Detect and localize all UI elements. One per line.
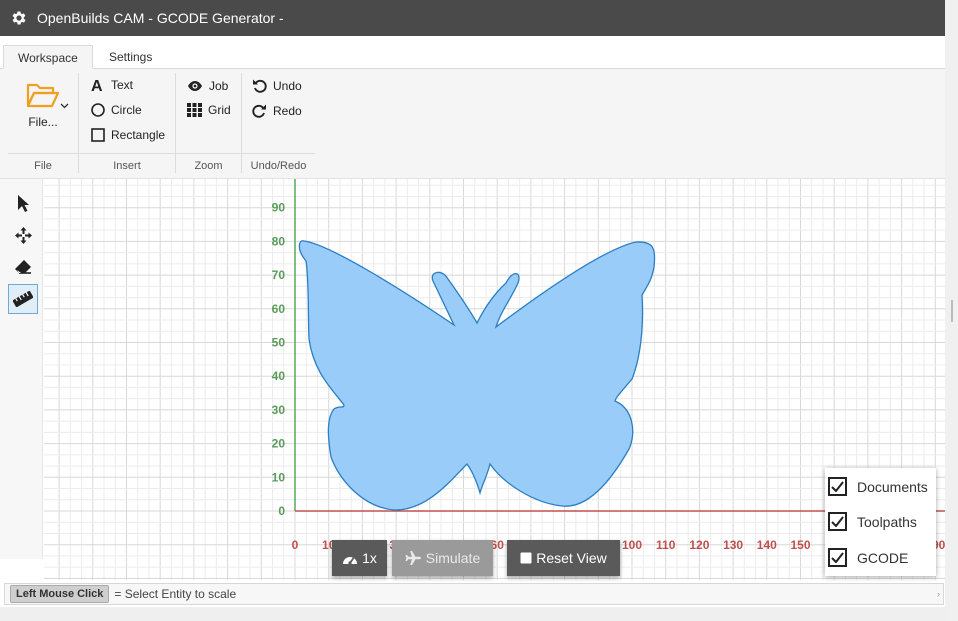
title-bar: OpenBuilds CAM - GCODE Generator - — [0, 0, 945, 36]
insert-rectangle-button[interactable]: Rectangle — [91, 128, 165, 142]
y-tick-label: 60 — [272, 302, 286, 316]
plane-icon — [405, 551, 421, 565]
x-tick-label: 150 — [790, 538, 810, 552]
folder-open-icon — [26, 83, 60, 108]
butterfly-shape[interactable] — [298, 240, 656, 511]
y-tick-label: 90 — [272, 201, 286, 215]
redo-button[interactable]: Redo — [252, 103, 302, 118]
x-tick-label: 130 — [723, 538, 743, 552]
toolpaths-label: Toolpaths — [857, 513, 917, 530]
y-tick-label: 40 — [272, 369, 286, 383]
move-icon — [14, 226, 32, 244]
insert-circle-button[interactable]: Circle — [91, 103, 142, 117]
check-icon — [831, 552, 844, 563]
speed-label: 1x — [362, 550, 377, 566]
insert-group: A Text Circle Rectangle Insert — [79, 69, 175, 177]
x-tick-label: 120 — [689, 538, 709, 552]
speed-button[interactable]: 1x — [332, 540, 387, 576]
file-button-label: File... — [28, 115, 58, 129]
gcode-label: GCODE — [857, 549, 909, 566]
text-icon: A — [91, 78, 103, 92]
tab-settings[interactable]: Settings — [95, 45, 166, 69]
reset-view-button[interactable]: Reset View — [507, 540, 620, 576]
svg-text:A: A — [91, 78, 103, 92]
reset-view-label: Reset View — [536, 550, 607, 566]
eye-icon — [188, 81, 202, 91]
check-icon — [831, 481, 844, 492]
bottom-strip — [0, 607, 945, 621]
y-axis-labels: 0 10 20 30 40 50 60 70 80 90 — [272, 201, 286, 518]
chevron-right-icon: › — [937, 589, 940, 599]
rectangle-icon — [91, 128, 105, 142]
select-tool[interactable] — [8, 188, 38, 218]
scrollbar[interactable] — [945, 0, 958, 621]
erase-tool[interactable] — [8, 252, 38, 282]
documents-label: Documents — [857, 478, 928, 495]
workspace-view[interactable]: 0 10 20 30 40 50 60 70 80 90 0 10 20 30 40 50 60 70 80 90 1… — [44, 179, 946, 580]
gcode-checkbox[interactable] — [828, 548, 847, 567]
simulate-label: Simulate — [425, 550, 481, 566]
tab-bar: Workspace Settings — [0, 36, 945, 69]
y-tick-label: 70 — [272, 268, 286, 282]
redo-icon — [252, 104, 266, 118]
move-tool[interactable] — [8, 220, 38, 250]
layer-toolpaths[interactable]: Toolpaths — [828, 512, 917, 531]
chevron-down-icon[interactable] — [60, 103, 69, 109]
layer-documents[interactable]: Documents — [828, 477, 928, 496]
x-tick-label: 100 — [622, 538, 642, 552]
zoom-grid-button[interactable]: Grid — [187, 103, 231, 117]
x-tick-label: 140 — [757, 538, 777, 552]
file-group-label: File — [8, 153, 78, 177]
undo-icon — [253, 79, 267, 93]
gauge-icon — [343, 556, 358, 565]
ribbon: File... File A Text Circle Rectangle Ins… — [0, 69, 945, 179]
insert-text-button[interactable]: A Text — [91, 78, 133, 92]
circle-icon — [91, 103, 105, 117]
workspace-canvas[interactable]: 0 10 20 30 40 50 60 70 80 90 0 10 20 30 40 50 60 70 80 90 1… — [44, 179, 946, 580]
x-tick-label: 0 — [292, 538, 299, 552]
insert-circle-label: Circle — [111, 103, 142, 117]
x-tick-label: 110 — [656, 538, 676, 552]
layers-panel: Documents Toolpaths GCODE — [825, 468, 936, 576]
measure-tool[interactable] — [8, 284, 38, 314]
insert-group-label: Insert — [79, 153, 175, 177]
toolpaths-checkbox[interactable] — [828, 512, 847, 531]
mouse-key-badge: Left Mouse Click — [10, 585, 110, 603]
gear-icon[interactable] — [10, 9, 28, 27]
zoom-group-label: Zoom — [176, 153, 241, 177]
zoom-grid-label: Grid — [208, 103, 231, 117]
documents-checkbox[interactable] — [828, 477, 847, 496]
tab-workspace[interactable]: Workspace — [3, 45, 93, 69]
zoom-job-label: Job — [209, 79, 229, 93]
zoom-job-button[interactable]: Job — [187, 79, 228, 93]
y-tick-label: 20 — [272, 437, 286, 451]
tool-strip — [0, 179, 43, 559]
y-tick-label: 10 — [272, 470, 286, 484]
y-tick-label: 80 — [272, 234, 286, 248]
y-tick-label: 50 — [272, 336, 286, 350]
undo-redo-group: Undo Redo Undo/Redo — [242, 69, 315, 177]
undo-button[interactable]: Undo — [252, 78, 302, 93]
eraser-icon — [15, 260, 31, 274]
pointer-icon — [18, 194, 29, 212]
stop-icon — [520, 552, 532, 564]
insert-rectangle-label: Rectangle — [111, 128, 166, 142]
redo-label: Redo — [273, 103, 302, 118]
y-tick-label: 0 — [278, 504, 285, 518]
check-icon — [831, 516, 844, 527]
simulate-button[interactable]: Simulate — [392, 540, 493, 576]
file-button[interactable]: File... — [26, 81, 60, 129]
grid-icon — [187, 103, 202, 117]
ruler-icon — [13, 291, 33, 307]
file-group: File... File — [8, 69, 78, 177]
y-tick-label: 30 — [272, 403, 286, 417]
insert-text-label: Text — [111, 78, 134, 92]
status-message: = Select Entity to scale — [114, 587, 237, 601]
zoom-group: Job Grid Zoom — [176, 69, 241, 177]
window-title: OpenBuilds CAM - GCODE Generator - — [37, 10, 284, 26]
layer-gcode[interactable]: GCODE — [828, 548, 908, 567]
undo-redo-group-label: Undo/Redo — [242, 153, 315, 177]
status-bar: Left Mouse Click = Select Entity to scal… — [4, 583, 944, 605]
undo-label: Undo — [273, 78, 302, 93]
